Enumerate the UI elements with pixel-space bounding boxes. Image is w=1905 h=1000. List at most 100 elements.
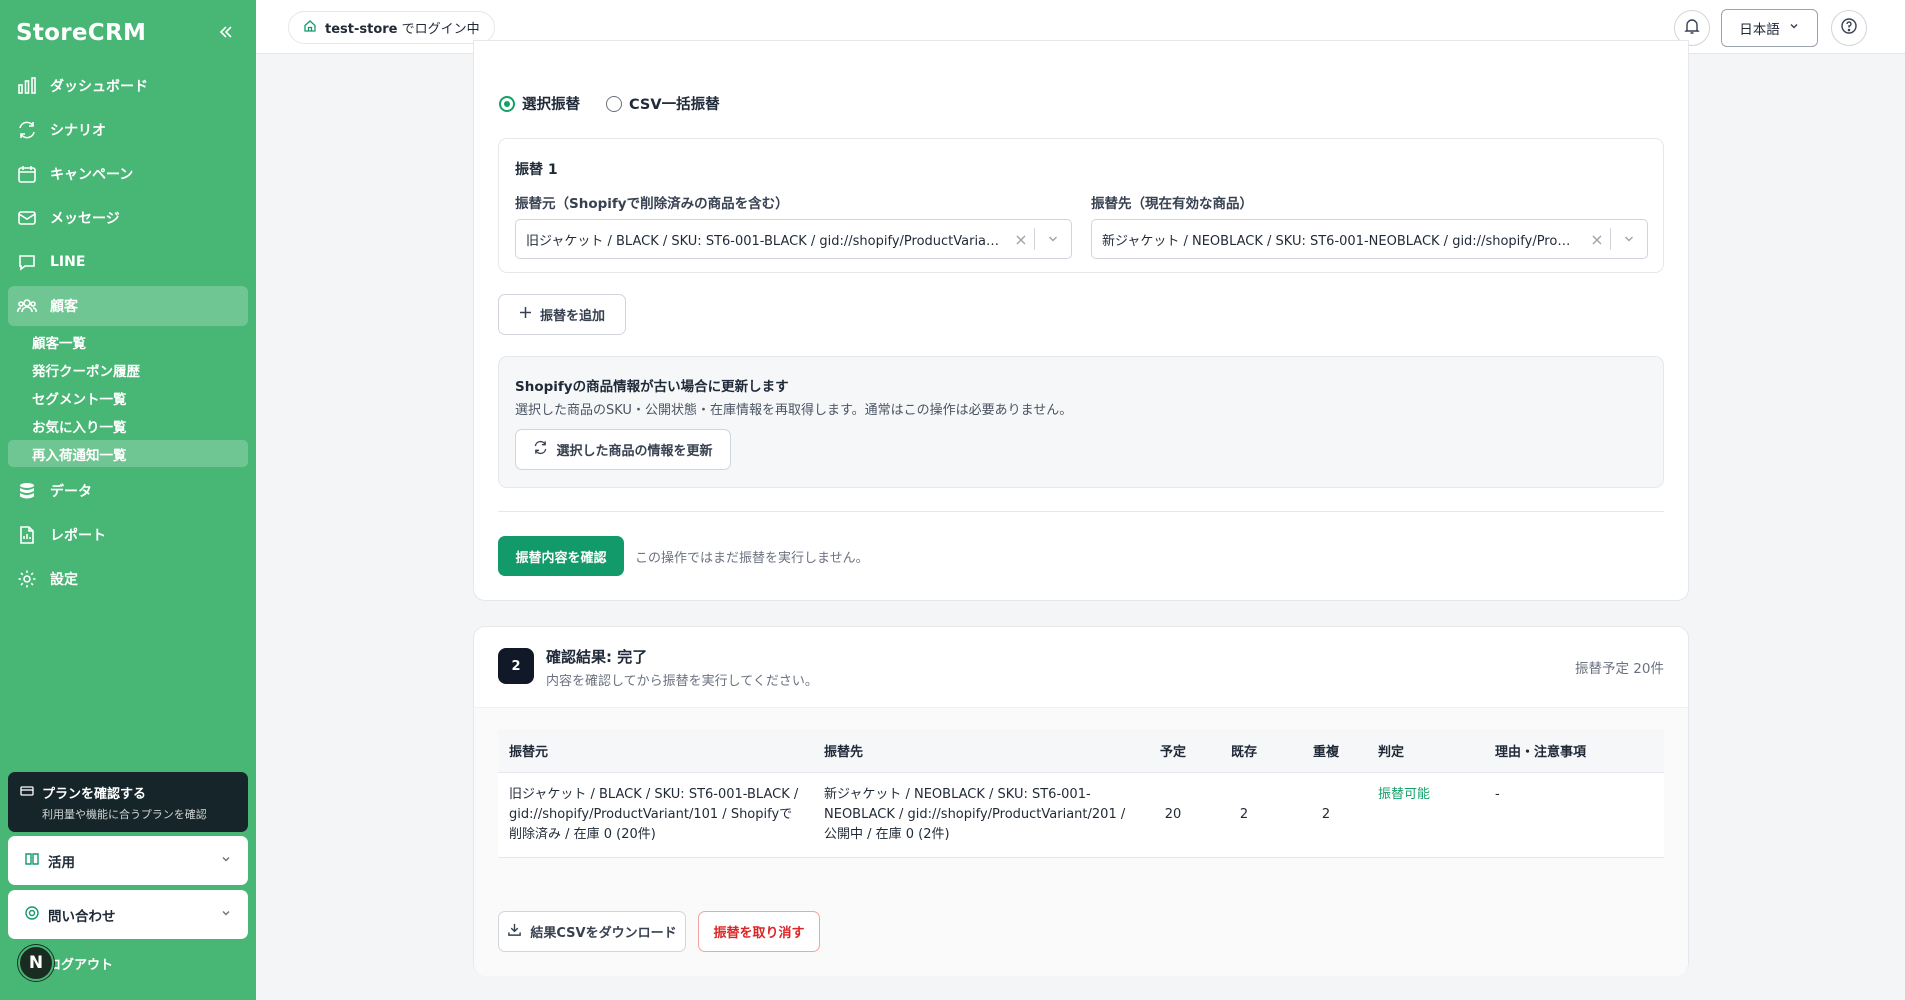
result-subtitle: 内容を確認してから振替を実行してください。 (546, 674, 818, 689)
accordion-label: 活用 (48, 854, 75, 871)
sidebar-item-label: LINE (50, 254, 86, 270)
from-select[interactable]: 旧ジャケット / BLACK / SKU: ST6-001-BLACK / gi… (515, 219, 1072, 259)
app-logo[interactable]: StoreCRM (16, 20, 146, 46)
table-header-row: 振替元 振替先 予定 既存 重複 判定 理由・注意事項 (498, 729, 1664, 773)
collapse-sidebar-icon[interactable] (216, 22, 236, 42)
subnav-segment-list[interactable]: セグメント一覧 (8, 384, 248, 411)
sidebar-item-label: レポート (50, 528, 106, 544)
result-header: 2 確認結果: 完了 内容を確認してから振替を実行してください。 振替予定 20… (474, 627, 1688, 708)
plan-card[interactable]: プランを確認する 利用量や機能に合うプランを確認 (8, 772, 248, 832)
language-select[interactable]: 日本語 (1721, 9, 1818, 47)
bar-chart-icon (16, 75, 38, 97)
mail-icon (16, 207, 38, 229)
logout-label: ログアウト (48, 957, 114, 973)
sidebar-item-message[interactable]: メッセージ (8, 198, 248, 238)
transfer-title: 振替 1 (515, 162, 558, 178)
accordion-usage[interactable]: 活用 (8, 836, 248, 885)
col-from: 振替元 (498, 729, 813, 773)
language-label: 日本語 (1739, 22, 1780, 38)
cell-planned: 20 (1143, 772, 1203, 858)
cell-note: - (1484, 772, 1664, 858)
sidebar-item-label: データ (50, 484, 92, 500)
refresh-products-button[interactable]: 選択した商品の情報を更新 (515, 429, 731, 470)
col-duplicate: 重複 (1285, 729, 1367, 773)
sidebar: StoreCRM ダッシュボード シナリオ キャンペーン メッセージ LINE … (0, 0, 256, 1000)
from-select-value: 旧ジャケット / BLACK / SKU: ST6-001-BLACK / gi… (526, 233, 1008, 249)
help-icon (1840, 17, 1858, 39)
add-transfer-label: 振替を追加 (539, 309, 605, 324)
sidebar-item-data[interactable]: データ (8, 471, 248, 511)
accordion-contact[interactable]: 問い合わせ (8, 890, 248, 939)
mode-select-radio[interactable]: 選択振替 (499, 93, 580, 114)
subnav-restock-notifications[interactable]: 再入荷通知一覧 (8, 440, 248, 467)
sidebar-item-customer[interactable]: 顧客 (8, 286, 248, 326)
sidebar-nav: ダッシュボード シナリオ キャンペーン メッセージ LINE 顧客 顧客一覧 発… (8, 66, 248, 603)
sidebar-item-line[interactable]: LINE (8, 242, 248, 282)
cell-from: 旧ジャケット / BLACK / SKU: ST6-001-BLACK / gi… (498, 772, 813, 858)
download-csv-button[interactable]: 結果CSVをダウンロード (498, 911, 686, 952)
customer-subnav: 顧客一覧 発行クーポン履歴 セグメント一覧 お気に入り一覧 再入荷通知一覧 (8, 328, 248, 467)
plan-subtitle: 利用量や機能に合うプランを確認 (42, 808, 207, 821)
chevron-down-icon[interactable] (1035, 233, 1071, 245)
store-status: でログイン中 (401, 22, 480, 37)
to-select-value: 新ジャケット / NEOBLACK / SKU: ST6-001-NEOBLAC… (1102, 233, 1584, 249)
cancel-transfer-button[interactable]: 振替を取り消す (698, 911, 820, 952)
chevron-down-icon (220, 907, 232, 923)
book-icon (24, 851, 40, 871)
refresh-products-label: 選択した商品の情報を更新 (556, 444, 713, 459)
sidebar-item-scenario[interactable]: シナリオ (8, 110, 248, 150)
confirm-note: この操作ではまだ振替を実行しません。 (635, 551, 869, 566)
col-to: 振替先 (813, 729, 1143, 773)
plus-icon (519, 306, 532, 323)
sidebar-item-campaign[interactable]: キャンペーン (8, 154, 248, 194)
col-planned: 予定 (1143, 729, 1203, 773)
transfer-mode-radios: 選択振替 CSV一括振替 (499, 93, 720, 114)
help-button[interactable] (1831, 10, 1867, 46)
subnav-customer-list[interactable]: 顧客一覧 (8, 328, 248, 355)
add-transfer-button[interactable]: 振替を追加 (498, 294, 626, 335)
radio-label: CSV一括振替 (629, 97, 720, 113)
result-title: 確認結果: 完了 (546, 648, 648, 666)
sidebar-item-settings[interactable]: 設定 (8, 559, 248, 599)
logout-button[interactable]: N ログアウト (18, 945, 113, 981)
avatar[interactable]: N (18, 945, 54, 981)
col-existing: 既存 (1203, 729, 1285, 773)
to-select[interactable]: 新ジャケット / NEOBLACK / SKU: ST6-001-NEOBLAC… (1091, 219, 1648, 259)
credit-card-icon (20, 784, 34, 802)
info-title: Shopifyの商品情報が古い場合に更新します (515, 379, 789, 395)
cell-to: 新ジャケット / NEOBLACK / SKU: ST6-001-NEOBLAC… (813, 772, 1143, 858)
cell-duplicate: 2 (1285, 772, 1367, 858)
transfer-form-card: 選択振替 CSV一括振替 振替 1 振替元（Shopifyで削除済みの商品を含む… (473, 40, 1689, 601)
chevron-down-icon[interactable] (1611, 233, 1647, 245)
clear-icon[interactable]: × (1584, 230, 1610, 249)
clear-icon[interactable]: × (1008, 230, 1034, 249)
planned-count: 振替予定 20件 (1575, 661, 1664, 677)
subnav-favorites[interactable]: お気に入り一覧 (8, 412, 248, 439)
to-label: 振替先（現在有効な商品） (1091, 196, 1253, 212)
step-badge: 2 (498, 648, 534, 684)
subnav-coupon-history[interactable]: 発行クーポン履歴 (8, 356, 248, 383)
gear-icon (16, 568, 38, 590)
store-indicator[interactable]: test-store でログイン中 (288, 11, 495, 44)
confirm-transfer-button[interactable]: 振替内容を確認 (498, 536, 624, 576)
col-note: 理由・注意事項 (1484, 729, 1664, 773)
file-icon (16, 524, 38, 546)
sidebar-item-report[interactable]: レポート (8, 515, 248, 555)
cell-judgement: 振替可能 (1367, 772, 1484, 858)
home-icon (303, 19, 317, 37)
sidebar-item-dashboard[interactable]: ダッシュボード (8, 66, 248, 106)
download-icon (507, 922, 522, 941)
support-icon (24, 905, 40, 925)
result-body: 振替元 振替先 予定 既存 重複 判定 理由・注意事項 旧ジャケット / BLA… (474, 708, 1688, 976)
col-judgement: 判定 (1367, 729, 1484, 773)
chevron-down-icon (1788, 20, 1800, 36)
sidebar-item-label: ダッシュボード (50, 79, 148, 95)
info-description: 選択した商品のSKU・公開状態・在庫情報を再取得します。通常はこの操作は必要あり… (515, 403, 1073, 418)
mode-csv-radio[interactable]: CSV一括振替 (606, 93, 720, 114)
sidebar-item-label: 設定 (50, 572, 78, 588)
refresh-info-panel: Shopifyの商品情報が古い場合に更新します 選択した商品のSKU・公開状態・… (498, 356, 1664, 488)
transfer-block: 振替 1 振替元（Shopifyで削除済みの商品を含む） 振替先（現在有効な商品… (498, 138, 1664, 273)
download-csv-label: 結果CSVをダウンロード (530, 926, 677, 941)
store-name: test-store (325, 22, 398, 37)
sidebar-item-label: 顧客 (50, 299, 78, 315)
